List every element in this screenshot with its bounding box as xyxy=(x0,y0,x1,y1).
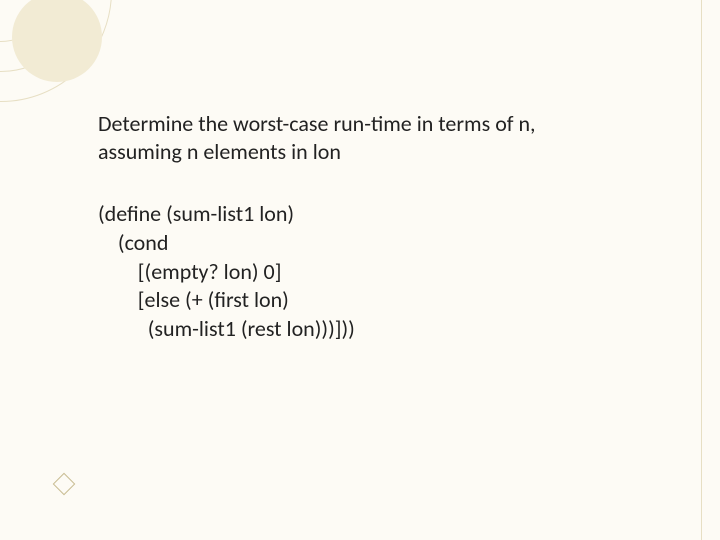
question-line-2: assuming n elements in lon xyxy=(98,138,341,165)
code-line-1: (define (sum-list1 lon) xyxy=(98,200,294,227)
code-line-3: [(empty? lon) 0] xyxy=(98,258,281,285)
question-line-1: Determine the worst-case run-time in ter… xyxy=(98,110,536,137)
decor-leaf-icon xyxy=(12,0,102,82)
slide-content: Determine the worst-case run-time in ter… xyxy=(98,110,660,343)
code-line-4: [else (+ (first lon) xyxy=(98,286,289,313)
code-line-5: (sum-list1 (rest lon)))])) xyxy=(98,315,355,342)
code-line-2: (cond xyxy=(98,229,168,256)
slide: Determine the worst-case run-time in ter… xyxy=(0,0,720,540)
decor-right-rule xyxy=(701,0,702,540)
decor-diamond-icon xyxy=(53,473,76,496)
question-text: Determine the worst-case run-time in ter… xyxy=(98,110,660,166)
code-block: (define (sum-list1 lon) (cond [(empty? l… xyxy=(98,200,660,343)
